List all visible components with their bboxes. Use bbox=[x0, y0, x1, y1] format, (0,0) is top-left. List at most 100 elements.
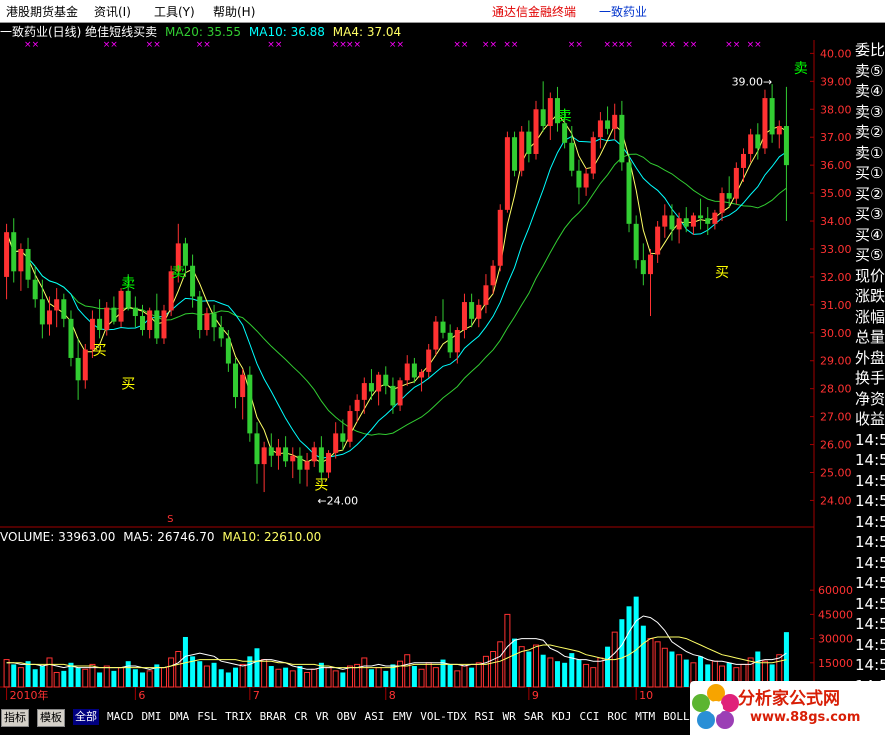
tab-obv[interactable]: OBV bbox=[337, 709, 357, 725]
quote-panel-row: 卖② bbox=[855, 123, 884, 141]
quote-panel-row: 卖⑤ bbox=[855, 61, 884, 80]
price-tick-label: 36.00 bbox=[820, 159, 852, 172]
volume-label: VOLUME: 33963.00 bbox=[0, 530, 116, 544]
candle-body bbox=[776, 126, 782, 135]
volume-bar bbox=[397, 660, 404, 688]
candle-body bbox=[304, 461, 310, 470]
high-price-label: 39.00→ bbox=[732, 75, 773, 88]
date-label: 6 bbox=[138, 689, 145, 702]
volume-bar bbox=[647, 638, 654, 688]
volume-bar bbox=[53, 671, 60, 688]
tab-dma[interactable]: DMA bbox=[169, 709, 189, 725]
candle-body bbox=[132, 307, 138, 317]
candle-body bbox=[740, 153, 746, 168]
vol-ma10-label: MA10: 22610.00 bbox=[222, 530, 322, 544]
quote-panel-row: 14:5 bbox=[855, 451, 885, 469]
quote-panel-row: 买③ bbox=[855, 205, 884, 223]
candle-body bbox=[161, 310, 167, 339]
volume-bar bbox=[25, 661, 31, 687]
candle-body bbox=[583, 173, 589, 188]
candle-body bbox=[690, 215, 696, 227]
tab-fsl[interactable]: FSL bbox=[197, 709, 217, 725]
volume-bar bbox=[239, 663, 246, 688]
candle-body bbox=[476, 304, 482, 319]
candle-body bbox=[454, 330, 460, 353]
candle-body bbox=[111, 307, 117, 322]
kline-chart[interactable]: 40.00 39.00 38.00 37.00 36.00 35.00 34.00 33.00… bbox=[0, 0, 885, 707]
candle-body bbox=[404, 363, 410, 381]
quote-panel-row: 14:5 bbox=[855, 471, 885, 490]
candle-body bbox=[447, 332, 453, 353]
volume-bar bbox=[97, 672, 103, 687]
candle-body bbox=[640, 260, 646, 275]
candle-body bbox=[354, 399, 360, 412]
tab-kdj[interactable]: KDJ bbox=[552, 709, 572, 725]
candle-body bbox=[633, 223, 639, 261]
tab-brar[interactable]: BRAR bbox=[260, 709, 287, 725]
candle-body bbox=[333, 433, 339, 453]
tab-indicator[interactable]: 指标 bbox=[1, 709, 29, 727]
tab-roc[interactable]: ROC bbox=[607, 709, 627, 725]
tab-wr[interactable]: WR bbox=[502, 709, 515, 725]
tab-cr[interactable]: CR bbox=[294, 709, 307, 725]
date-label: 7 bbox=[253, 689, 260, 702]
tab-vol-tdx[interactable]: VOL-TDX bbox=[420, 709, 466, 725]
price-tick-label: 30.00 bbox=[820, 327, 852, 340]
candle-body bbox=[125, 290, 131, 308]
tab-boll[interactable]: BOLL bbox=[663, 709, 690, 725]
date-label: 10 bbox=[639, 689, 653, 702]
price-tick-label: 34.00 bbox=[820, 215, 852, 228]
candle-body bbox=[32, 279, 38, 300]
candle-body bbox=[533, 109, 539, 154]
tab-sar[interactable]: SAR bbox=[524, 709, 544, 725]
volume-bar bbox=[454, 670, 461, 688]
watermark-title: 分析家公式网 bbox=[738, 689, 840, 709]
volume-bar bbox=[504, 613, 511, 688]
volume-bar bbox=[103, 665, 110, 688]
tab-asi[interactable]: ASI bbox=[365, 709, 385, 725]
volume-bar bbox=[640, 625, 646, 687]
quote-panel-row: 卖③ bbox=[855, 102, 884, 121]
quote-panel-row: 买⑤ bbox=[855, 246, 884, 264]
candle-body bbox=[733, 167, 739, 199]
tab-trix[interactable]: TRIX bbox=[225, 709, 252, 725]
volume-bar bbox=[540, 654, 546, 687]
candle-body bbox=[347, 411, 353, 442]
quote-panel-row: 卖④ bbox=[855, 82, 884, 100]
top-marker: ×× bbox=[618, 40, 633, 50]
quote-panel-row: 收益 bbox=[855, 410, 885, 428]
volume-bar bbox=[168, 657, 175, 688]
volume-bar bbox=[554, 661, 560, 687]
candle-body bbox=[218, 327, 224, 339]
candle-body bbox=[683, 218, 689, 227]
volume-info-line: VOLUME: 33963.00 MA5: 26746.70 MA10: 226… bbox=[0, 530, 321, 546]
tab-cci[interactable]: CCI bbox=[579, 709, 599, 725]
quote-panel-row: 14:5 bbox=[855, 492, 885, 510]
tab-vr[interactable]: VR bbox=[315, 709, 328, 725]
volume-bar bbox=[75, 667, 81, 687]
price-tick-label: 24.00 bbox=[820, 494, 852, 507]
candle-body bbox=[490, 265, 496, 286]
top-marker: ×× bbox=[747, 40, 762, 50]
candle-body bbox=[519, 131, 525, 171]
tab-emv[interactable]: EMV bbox=[392, 709, 412, 725]
volume-bar bbox=[218, 669, 224, 687]
volume-bar bbox=[125, 661, 131, 687]
sell-signal-label: 卖 bbox=[794, 61, 808, 77]
candle-body bbox=[154, 310, 160, 339]
volume-bar bbox=[447, 664, 453, 687]
tab-rsi[interactable]: RSI bbox=[475, 709, 495, 725]
tab-mtm[interactable]: MTM bbox=[635, 709, 655, 725]
top-marker: ×× bbox=[682, 40, 697, 50]
ma10-line bbox=[6, 135, 787, 459]
candle-body bbox=[311, 447, 317, 462]
quote-panel-row: 14:5 bbox=[855, 512, 885, 531]
candle-body bbox=[762, 98, 768, 149]
watermark-url: www.88gs.com bbox=[750, 710, 861, 725]
tab-all[interactable]: 全部 bbox=[73, 709, 99, 725]
tab-template[interactable]: 模板 bbox=[37, 709, 65, 727]
tab-dmi[interactable]: DMI bbox=[142, 709, 162, 725]
volume-bar bbox=[132, 669, 138, 687]
candle-body bbox=[340, 433, 346, 442]
tab-macd[interactable]: MACD bbox=[107, 709, 134, 725]
